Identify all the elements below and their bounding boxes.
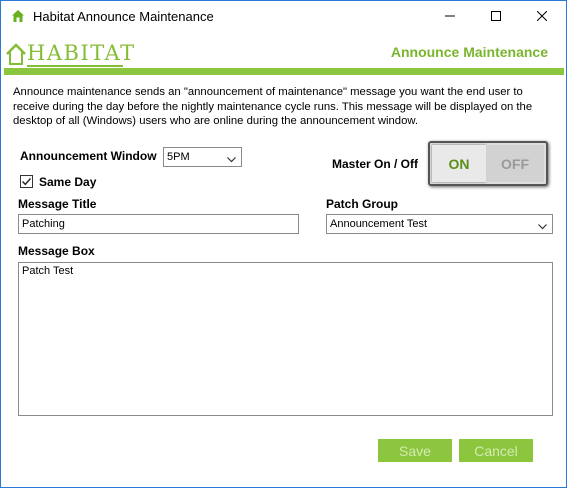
header-divider [4,68,564,75]
message-box-input[interactable]: Patch Test [18,262,553,416]
minimize-button[interactable] [427,1,473,32]
app-window: Habitat Announce Maintenance HABITAT Ann… [0,0,567,488]
chevron-down-icon [538,221,547,233]
window-title: Habitat Announce Maintenance [33,9,214,24]
message-box-label: Message Box [18,244,95,258]
patch-group-value: Announcement Test [330,218,428,230]
message-title-input[interactable]: Patching [18,214,299,234]
minimize-icon [445,8,455,26]
habitat-logo: HABITAT [5,40,134,68]
same-day-checkbox[interactable] [20,175,33,188]
announcement-window-label: Announcement Window [20,149,157,163]
cancel-button[interactable]: Cancel [459,439,533,462]
toggle-on-label: ON [432,145,486,182]
home-icon [11,9,25,23]
description-text: Announce maintenance sends an "announcem… [13,86,533,127]
master-toggle-label: Master On / Off [332,157,419,171]
patch-group-select[interactable]: Announcement Test [326,214,553,234]
patch-group-label: Patch Group [326,197,399,211]
same-day-label: Same Day [39,175,97,189]
logo-underline [27,65,123,67]
maximize-button[interactable] [473,1,519,32]
announcement-window-select[interactable]: 5PM [163,147,242,167]
house-logo-icon [6,43,26,65]
chevron-down-icon [227,154,236,166]
message-title-label: Message Title [18,197,97,211]
title-bar[interactable]: Habitat Announce Maintenance [1,1,566,32]
checkmark-icon [22,178,32,186]
page-title: Announce Maintenance [390,44,548,60]
logo-text: HABITAT [27,41,136,65]
maximize-icon [491,8,501,26]
save-button[interactable]: Save [378,439,452,462]
toggle-off-label: OFF [486,145,544,182]
master-toggle[interactable]: ON OFF [428,141,548,186]
announcement-window-value: 5PM [167,151,190,163]
close-icon [536,8,548,26]
close-button[interactable] [519,1,565,32]
